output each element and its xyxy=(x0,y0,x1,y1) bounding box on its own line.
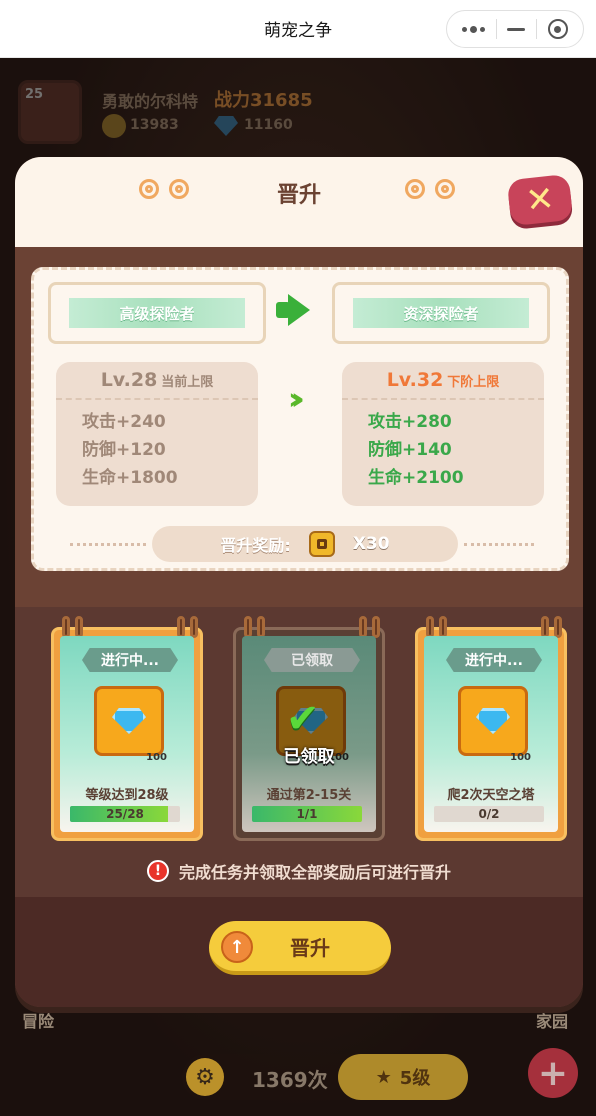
next-defense: 防御+140 xyxy=(368,440,452,460)
minimize-icon[interactable] xyxy=(507,27,526,31)
promotion-dialog: 晋升 ✕ 高级探险者 资深探险者 Lv.28 当前上限 攻击+240 防御+12… xyxy=(15,157,583,1007)
gem-reward-icon: 100 xyxy=(458,686,531,763)
dialog-header: 晋升 ✕ xyxy=(15,157,583,261)
promote-button[interactable]: ↑ 晋升 xyxy=(209,921,391,975)
next-rank-name: 资深探险者 xyxy=(353,298,529,328)
plus-icon[interactable]: + xyxy=(528,1048,578,1098)
binder-rings xyxy=(426,616,562,638)
close-icon: ✕ xyxy=(523,178,557,222)
current-defense: 防御+120 xyxy=(82,440,166,460)
close-miniprogram-icon[interactable] xyxy=(547,19,568,39)
button-area: ↑ 晋升 xyxy=(15,897,583,1007)
current-rank-badge: 高级探险者 xyxy=(48,282,266,344)
task-card[interactable]: 已领取 100 ✔ 已领取 通过第2-15关 1/1 xyxy=(233,616,385,841)
promote-label: 晋升 xyxy=(290,935,330,960)
task-card[interactable]: 进行中... 100 等级达到28级 25/28 xyxy=(51,616,203,841)
next-limit-label: 下阶上限 xyxy=(447,374,500,390)
dotted-divider xyxy=(70,543,146,546)
more-icon[interactable] xyxy=(462,25,486,33)
task-status: 已领取 xyxy=(264,648,360,672)
binder-rings xyxy=(62,616,198,638)
binder-rings xyxy=(244,616,380,638)
current-level: Lv.28 xyxy=(100,369,158,391)
reward-amount: 100 xyxy=(146,752,167,763)
next-level: Lv.32 xyxy=(386,369,444,391)
task-status: 进行中... xyxy=(82,648,178,672)
rank-comparison-card: 高级探险者 资深探险者 Lv.28 当前上限 攻击+240 防御+120 生命+… xyxy=(31,267,569,571)
task-status: 进行中... xyxy=(446,648,542,672)
task-card[interactable]: 进行中... 100 爬2次天空之塔 0/2 xyxy=(415,616,567,841)
gear-icon[interactable]: ⚙ xyxy=(186,1058,224,1096)
task-progress-bar: 0/2 xyxy=(434,806,544,822)
progress-text: 25/28 xyxy=(106,807,144,821)
current-attack: 攻击+240 xyxy=(82,412,166,432)
bottom-status-bar: ⚙ 1369次 ★ 5级 xyxy=(182,1054,468,1100)
count-text: 1369次 xyxy=(252,1068,328,1092)
next-level-header: Lv.32 下阶上限 xyxy=(342,362,544,400)
current-stats-panel: Lv.28 当前上限 攻击+240 防御+120 生命+1800 xyxy=(56,362,258,506)
reward-quantity: X30 xyxy=(352,534,390,554)
task-progress-bar: 1/1 xyxy=(252,806,362,822)
next-attack: 攻击+280 xyxy=(368,412,452,432)
mini-program-title-bar: 萌宠之争 xyxy=(0,0,596,58)
task-description: 等级达到28级 xyxy=(85,788,169,803)
double-arrow-icon: ›› xyxy=(287,382,305,417)
arrow-up-icon: ↑ xyxy=(221,931,253,963)
reward-label: 晋升奖励: xyxy=(220,536,291,555)
app-title: 萌宠之争 xyxy=(264,21,332,41)
checkmark-icon: ✔ xyxy=(286,696,320,742)
exclamation-icon: ! xyxy=(146,860,169,882)
home-label: 家园 xyxy=(536,1012,569,1031)
promotion-reward: 晋升奖励: X30 xyxy=(152,526,458,562)
close-button[interactable]: ✕ xyxy=(506,173,574,227)
next-hp: 生命+2100 xyxy=(368,468,464,488)
progress-text: 0/2 xyxy=(478,807,500,821)
star-icon: ★ xyxy=(375,1066,392,1088)
claimed-label: 已领取 xyxy=(283,747,335,767)
next-stats-panel: Lv.32 下阶上限 攻击+280 防御+140 生命+2100 xyxy=(342,362,544,506)
next-rank-badge: 资深探险者 xyxy=(332,282,550,344)
capsule-divider xyxy=(536,19,538,39)
task-description: 通过第2-15关 xyxy=(266,788,352,803)
gem-reward-icon: 100 xyxy=(94,686,167,763)
current-rank-name: 高级探险者 xyxy=(69,298,245,328)
level-pill[interactable]: ★ 5级 xyxy=(338,1054,468,1100)
reward-amount: 100 xyxy=(510,752,531,763)
warning-text: 完成任务并领取全部奖励后可进行晋升 xyxy=(178,863,451,882)
arrow-right-icon xyxy=(276,294,310,326)
reward-token-icon[interactable] xyxy=(308,531,335,557)
capsule-divider xyxy=(495,19,497,39)
task-description: 爬2次天空之塔 xyxy=(447,788,535,803)
dialog-title: 晋升 xyxy=(276,183,321,208)
current-level-header: Lv.28 当前上限 xyxy=(56,362,258,400)
level-text: 5级 xyxy=(399,1068,431,1089)
capsule-menu xyxy=(446,10,584,48)
task-progress-bar: 25/28 xyxy=(70,806,180,822)
promotion-warning: ! 完成任务并领取全部奖励后可进行晋升 xyxy=(15,859,583,883)
progress-text: 1/1 xyxy=(296,807,318,821)
task-section: 进行中... 100 等级达到28级 25/28 已领取 100 ✔ 已领取 通… xyxy=(15,607,583,1007)
current-hp: 生命+1800 xyxy=(82,468,178,488)
current-limit-label: 当前上限 xyxy=(161,374,214,390)
dotted-divider xyxy=(464,543,534,546)
adventure-label: 冒险 xyxy=(22,1012,55,1031)
